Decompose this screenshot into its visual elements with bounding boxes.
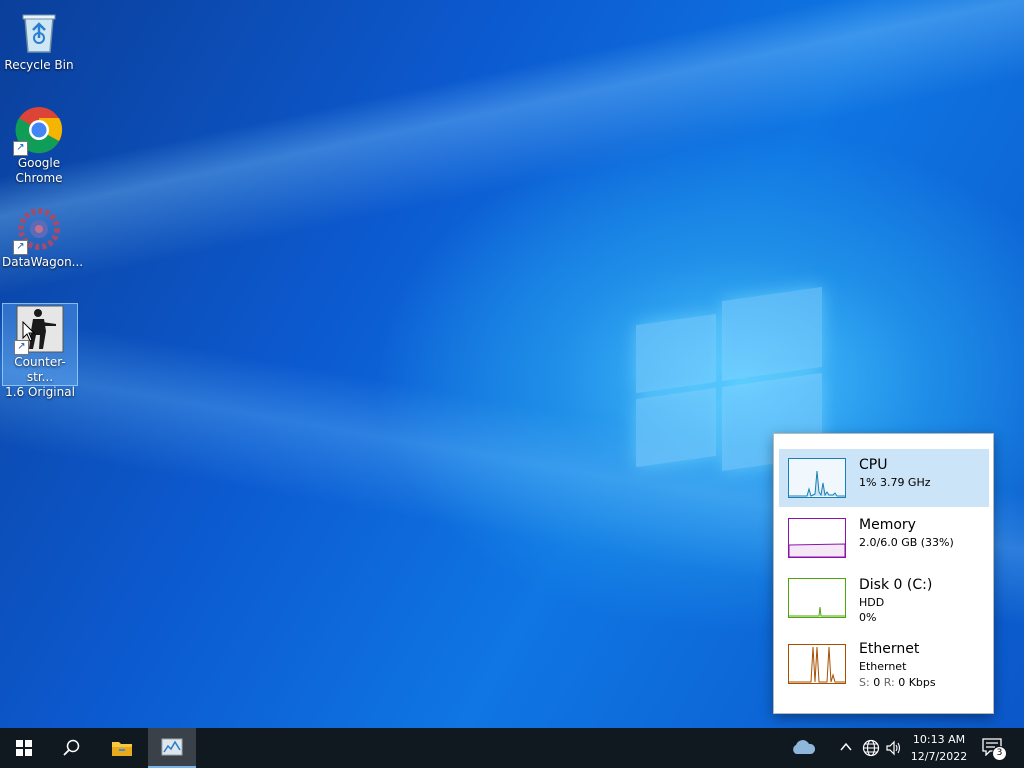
perf-item-disk[interactable]: Disk 0 (C:) HDD 0% [779, 569, 989, 627]
desktop-icon-datawagon[interactable]: ↗ DataWagon... [2, 199, 84, 270]
notification-center-button[interactable]: 3 [982, 738, 1007, 761]
perf-throughput: S: 0 R: 0 Kbps [859, 676, 936, 689]
onedrive-icon[interactable] [790, 739, 816, 759]
perf-title: Disk 0 (C:) [859, 577, 933, 593]
system-clock[interactable]: 10:13 AM 12/7/2022 [906, 731, 972, 765]
shortcut-arrow-icon: ↗ [13, 240, 28, 255]
memory-graph [788, 518, 846, 558]
desktop-icon-google-chrome[interactable]: ↗ Google Chrome [2, 100, 76, 186]
disk-graph [788, 578, 846, 618]
notification-badge: 3 [992, 746, 1007, 761]
send-value: 0 [873, 676, 881, 689]
shortcut-arrow-icon: ↗ [13, 141, 28, 156]
desktop-icon-label: Google Chrome [15, 156, 63, 185]
receive-value: 0 Kbps [898, 676, 936, 689]
windows-start-icon [16, 740, 32, 756]
start-button[interactable] [0, 728, 48, 768]
file-explorer-button[interactable] [98, 728, 146, 768]
perf-title: Memory [859, 517, 916, 533]
recycle-bin-icon [15, 8, 63, 56]
datawagon-icon: ↗ [13, 205, 63, 255]
perf-detail: Ethernet [859, 660, 907, 673]
chrome-icon: ↗ [13, 106, 63, 156]
perf-item-memory[interactable]: Memory 2.0/6.0 GB (33%) [779, 509, 989, 567]
desktop-icon-label: 1.6 Original [5, 385, 75, 399]
taskbar: 10:13 AM 12/7/2022 3 [0, 728, 1024, 768]
perf-item-cpu[interactable]: CPU 1% 3.79 GHz [779, 449, 989, 507]
task-manager-button[interactable] [148, 728, 196, 768]
chevron-up-icon[interactable] [840, 740, 852, 756]
desktop-icon-label: Recycle Bin [4, 58, 74, 72]
file-explorer-icon [112, 742, 132, 756]
perf-detail: 0% [859, 611, 877, 624]
desktop-icon-recycle-bin[interactable]: Recycle Bin [2, 2, 76, 73]
perf-item-ethernet[interactable]: Ethernet Ethernet S: 0 R: 0 Kbps [779, 635, 989, 693]
clock-time: 10:13 AM [912, 733, 966, 746]
clock-date: 12/7/2022 [910, 750, 968, 763]
search-icon [63, 739, 80, 756]
cpu-graph [788, 458, 846, 498]
perf-detail: 2.0/6.0 GB (33%) [859, 536, 954, 549]
search-button[interactable] [48, 728, 96, 768]
desktop-icon-label: DataWagon... [2, 255, 84, 269]
volume-icon[interactable] [885, 739, 903, 761]
perf-detail: HDD [859, 596, 885, 609]
send-label: S: [859, 676, 870, 689]
ethernet-graph [788, 644, 846, 684]
perf-detail: 1% 3.79 GHz [859, 476, 931, 489]
mouse-cursor [22, 320, 36, 347]
receive-label: R: [883, 676, 895, 689]
perf-title: Ethernet [859, 641, 920, 657]
network-icon[interactable] [862, 739, 880, 761]
task-manager-icon [161, 738, 183, 756]
desktop-icon-counter-strike[interactable]: ↗ Counter-str... 1.6 Original [2, 303, 78, 399]
perf-title: CPU [859, 457, 888, 473]
desktop-icon-label: Counter-str... [14, 355, 66, 384]
performance-panel: CPU 1% 3.79 GHz Memory 2.0/6.0 GB (33%) … [773, 433, 994, 714]
